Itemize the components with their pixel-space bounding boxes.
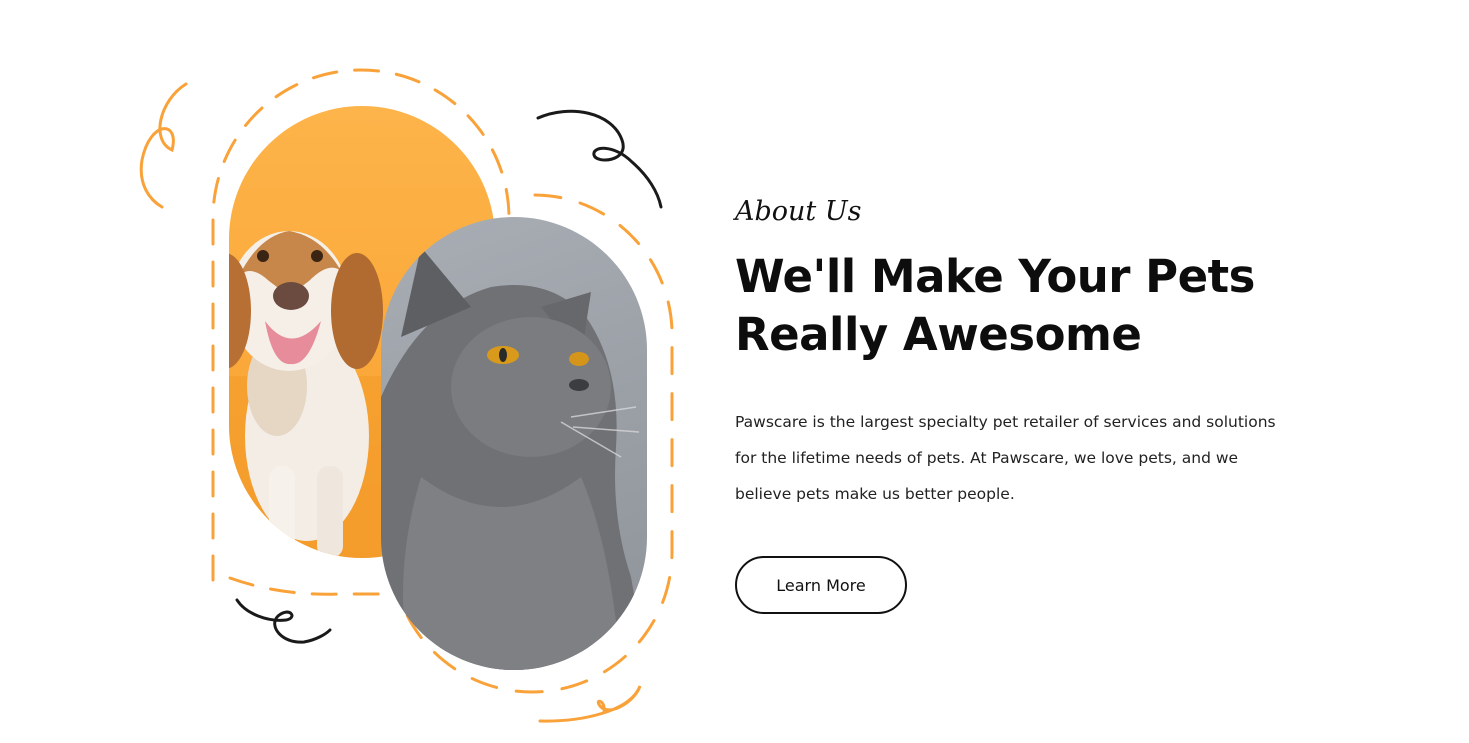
about-content: About Us We'll Make Your Pets Really Awe… bbox=[735, 190, 1335, 614]
title-line-1: We'll Make Your Pets bbox=[735, 250, 1255, 303]
cat-photo bbox=[381, 217, 647, 670]
title-line-2: Really Awesome bbox=[735, 308, 1142, 361]
about-section: About Us We'll Make Your Pets Really Awe… bbox=[0, 0, 1469, 743]
section-eyebrow: About Us bbox=[735, 196, 862, 227]
pets-image-collage bbox=[0, 0, 700, 743]
section-description: Pawscare is the largest specialty pet re… bbox=[735, 413, 1276, 503]
orange-swirl-icon bbox=[139, 82, 188, 209]
section-title: We'll Make Your Pets Really Awesome bbox=[735, 248, 1335, 364]
black-scribble-icon bbox=[536, 109, 663, 209]
learn-more-button[interactable]: Learn More bbox=[735, 556, 907, 614]
